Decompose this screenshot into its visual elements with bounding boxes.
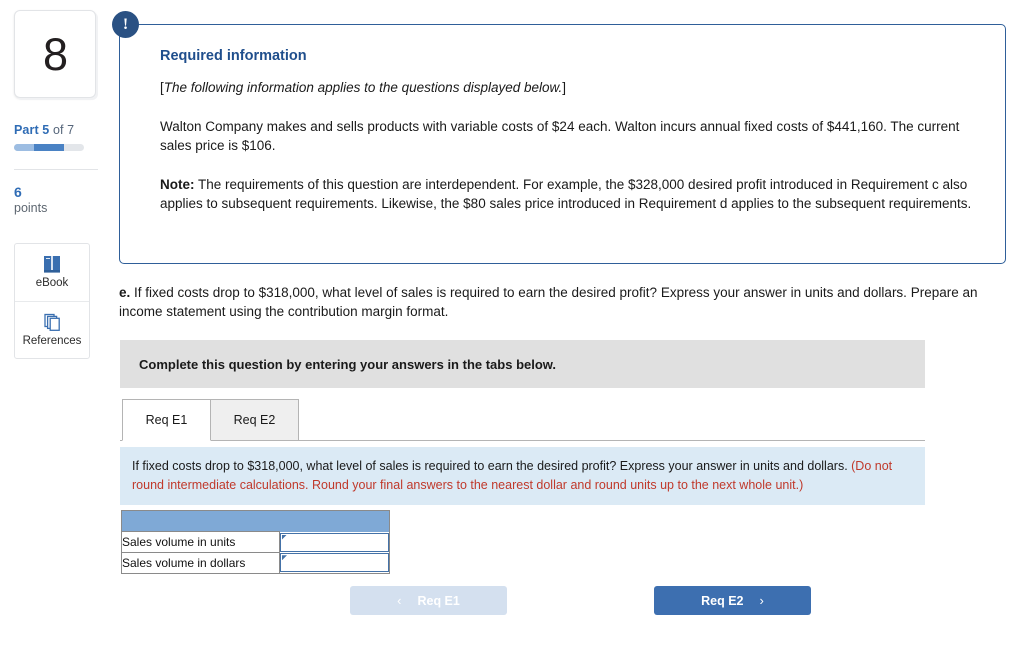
chevron-right-icon: › (759, 593, 764, 608)
points-label: points (14, 201, 48, 216)
row-label-sales-volume-dollars: Sales volume in dollars (121, 552, 280, 574)
applies-note: [The following information applies to th… (160, 80, 979, 95)
input-cell-sales-volume-units[interactable] (280, 532, 390, 553)
sidebar-item-ebook-label: eBook (35, 277, 69, 290)
question-statement: e. If fixed costs drop to $318,000, what… (119, 283, 979, 321)
question-number: 8 (42, 28, 68, 80)
part-current: 5 (42, 123, 50, 137)
table-row: Sales volume in dollars (121, 552, 390, 574)
table-header-row (121, 510, 390, 532)
note-label: Note: (160, 177, 195, 193)
exclamation-icon: ! (112, 11, 139, 38)
question-text: If fixed costs drop to $318,000, what le… (119, 285, 978, 320)
part-progress: Part 5 of 7 (14, 123, 90, 151)
row-label-sales-volume-units: Sales volume in units (121, 531, 280, 553)
sales-volume-units-input[interactable] (280, 532, 389, 552)
sidebar-item-references[interactable]: References (15, 300, 89, 358)
scenario-paragraph: Walton Company makes and sells products … (160, 119, 960, 154)
points-value: 6 (14, 184, 22, 200)
part-prefix: Part (14, 123, 39, 137)
prev-requirement-label: Req E1 (417, 593, 460, 608)
sidebar-item-ebook[interactable]: eBook (15, 244, 89, 301)
tab-req-e2[interactable]: Req E2 (210, 399, 299, 441)
tab-req-e1[interactable]: Req E1 (122, 399, 211, 441)
chevron-left-icon: ‹ (397, 593, 402, 608)
book-icon (42, 255, 62, 274)
complete-question-bar: Complete this question by entering your … (120, 340, 925, 388)
part-total: of 7 (52, 123, 75, 137)
required-information-body: Required information [The following info… (120, 25, 1005, 214)
table-header-cell (121, 510, 390, 532)
question-page: 8 Part 5 of 7 6 points eBook References … (0, 0, 1024, 651)
sales-volume-dollars-input[interactable] (280, 553, 389, 573)
note-paragraph: Note: The requirements of this question … (160, 175, 979, 213)
sidebar-toolbox: eBook References (14, 242, 90, 359)
points-block: 6 points (14, 184, 110, 217)
bracket-close: ] (562, 80, 567, 95)
part-label: Part 5 of 7 (14, 123, 90, 137)
tab-req-e2-label: Req E2 (233, 413, 276, 427)
question-sidebar: 8 Part 5 of 7 6 points eBook References (0, 0, 110, 651)
next-requirement-label: Req E2 (701, 593, 744, 608)
sidebar-divider (14, 169, 98, 170)
requirement-instruction-main: If fixed costs drop to $318,000, what le… (132, 459, 852, 473)
complete-question-text: Complete this question by entering your … (139, 356, 557, 372)
progress-fill-dark (33, 144, 64, 151)
required-information-heading: Required information (160, 48, 307, 64)
required-information-panel: ! Required information [The following in… (112, 11, 1006, 264)
next-requirement-button[interactable]: Req E2 › (654, 586, 811, 615)
note-text: The requirements of this question are in… (160, 177, 972, 212)
progress-bar (14, 144, 84, 151)
requirement-navigation: ‹ Req E1 Req E2 › (350, 586, 811, 615)
requirement-instruction-panel: If fixed costs drop to $318,000, what le… (120, 447, 925, 505)
requirement-tabs: Req E1 Req E2 (122, 399, 299, 441)
answer-table: Sales volume in units Sales volume in do… (121, 510, 390, 574)
tab-underline (120, 440, 925, 441)
applies-note-text: The following information applies to the… (163, 80, 563, 95)
question-letter: e. (119, 285, 131, 300)
pages-icon (42, 313, 62, 332)
tab-req-e1-label: Req E1 (145, 413, 188, 427)
table-row: Sales volume in units (121, 531, 390, 553)
question-number-card: 8 (14, 10, 96, 98)
progress-fill-light (14, 144, 34, 151)
prev-requirement-button[interactable]: ‹ Req E1 (350, 586, 507, 615)
sidebar-item-references-label: References (22, 334, 82, 347)
input-cell-sales-volume-dollars[interactable] (280, 553, 390, 574)
requirement-instruction-text: If fixed costs drop to $318,000, what le… (132, 457, 910, 494)
